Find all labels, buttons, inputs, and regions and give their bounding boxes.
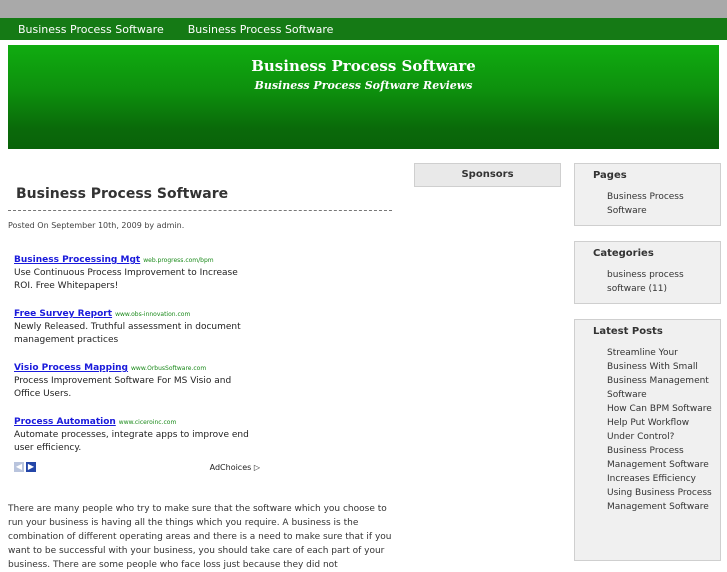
ad-title-link[interactable]: Visio Process Mapping <box>14 363 128 373</box>
site-description: Business Process Software Reviews <box>254 79 473 92</box>
ad-item: Visio Process Mapping www.OrbusSoftware.c… <box>14 355 254 401</box>
ad-url[interactable]: www.ciceroinc.com <box>119 419 177 426</box>
chevron-right-icon[interactable]: ▶ <box>26 462 36 472</box>
top-bar <box>0 0 727 18</box>
latest-post-link[interactable]: Using Business Process Management Softwa… <box>607 486 715 514</box>
nav-link-page[interactable]: Business Process Software <box>188 23 334 36</box>
ad-block: Business Processing Mgt web.progress.com/… <box>14 247 260 472</box>
ad-description: Use Continuous Process Improvement to In… <box>14 268 238 291</box>
latest-posts-title: Latest Posts <box>593 326 663 337</box>
ad-url[interactable]: www.OrbusSoftware.com <box>131 365 206 372</box>
categories-widget-title: Categories <box>593 248 654 259</box>
ad-description: Automate processes, integrate apps to im… <box>14 430 249 453</box>
ad-title-link[interactable]: Free Survey Report <box>14 309 112 319</box>
ad-url[interactable]: www.obs-innovation.com <box>115 311 190 318</box>
nav-link-home[interactable]: Business Process Software <box>18 23 164 36</box>
ad-url[interactable]: web.progress.com/bpm <box>143 257 213 264</box>
pages-widget-title: Pages <box>593 170 627 181</box>
adchoices-label: AdChoices <box>209 462 252 472</box>
pages-link[interactable]: Business Process Software <box>607 190 702 218</box>
ad-item: Business Processing Mgt web.progress.com/… <box>14 247 254 293</box>
ad-navigation: ◀ ▶ AdChoices ▷ <box>14 462 260 472</box>
ad-title-link[interactable]: Business Processing Mgt <box>14 255 140 265</box>
title-divider <box>8 210 392 211</box>
site-title[interactable]: Business Process Software <box>8 57 719 75</box>
latest-post-link[interactable]: Streamline Your Business With Small Busi… <box>607 346 715 402</box>
pages-widget: Pages Business Process Software <box>574 163 721 226</box>
ad-item: Process Automation www.ciceroinc.com Auto… <box>14 409 254 455</box>
ad-description: Newly Released. Truthful assessment in d… <box>14 322 241 345</box>
post-title[interactable]: Business Process Software <box>16 186 398 202</box>
ad-description: Process Improvement Software For MS Visi… <box>14 376 232 399</box>
category-link[interactable]: business process software (11) <box>607 268 702 296</box>
top-navigation: Business Process Software Business Proce… <box>0 18 727 40</box>
post-meta: Posted On September 10th, 2009 by admin. <box>8 221 185 230</box>
categories-widget: Categories business process software (11… <box>574 241 721 304</box>
latest-post-link[interactable]: How Can BPM Software Help Put Workflow U… <box>607 402 715 444</box>
latest-post-link[interactable]: Business Process Management Software Inc… <box>607 444 715 486</box>
ad-item: Free Survey Report www.obs-innovation.com… <box>14 301 254 347</box>
adchoices-icon: ▷ <box>253 462 260 472</box>
chevron-left-icon[interactable]: ◀ <box>14 462 24 472</box>
adchoices-link[interactable]: AdChoices ▷ <box>210 463 260 472</box>
latest-posts-widget: Latest Posts Streamline Your Business Wi… <box>574 319 721 561</box>
site-header: Business Process Software Business Proce… <box>8 45 719 149</box>
main-content: Business Process Software Posted On Sept… <box>8 160 398 572</box>
ad-title-link[interactable]: Process Automation <box>14 417 116 427</box>
sponsors-box: Sponsors <box>414 163 561 187</box>
post-body: There are many people who try to make su… <box>8 504 392 570</box>
